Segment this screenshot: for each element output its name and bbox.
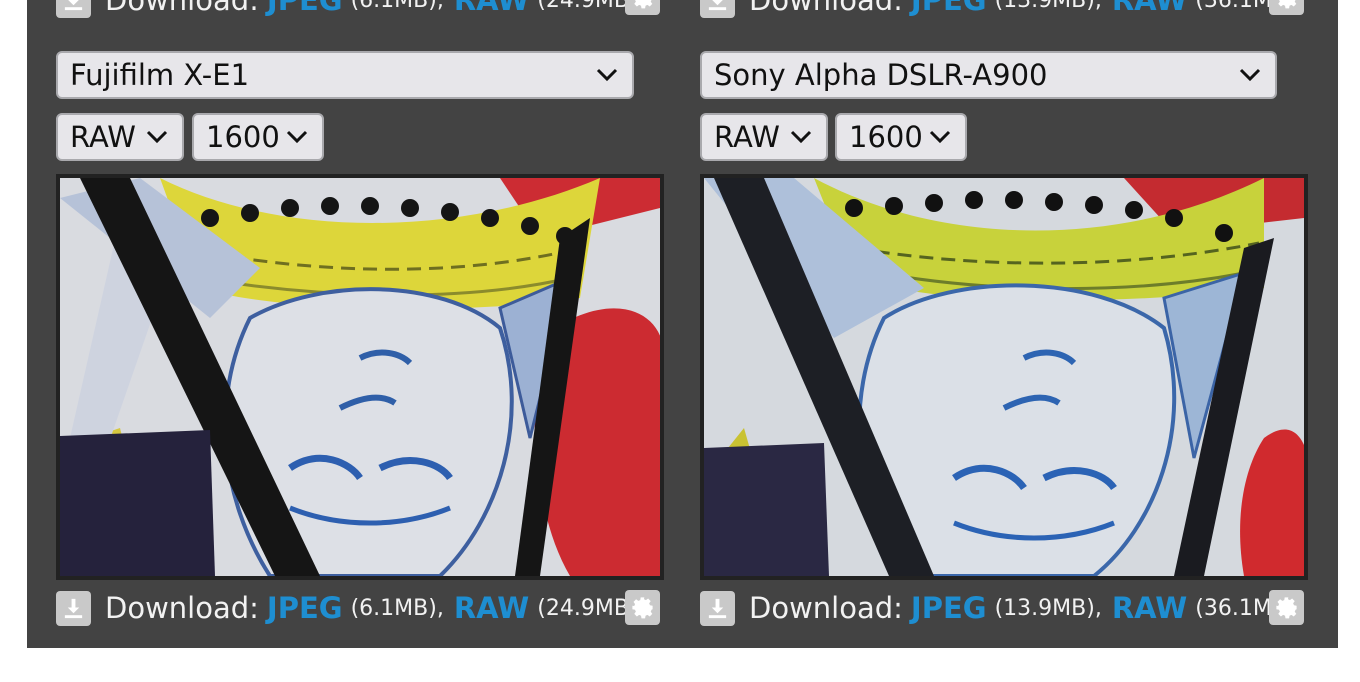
- raw-size: (24.9MB): [537, 595, 638, 621]
- iso-select-value: 1600: [206, 120, 280, 154]
- left-top-settings-button[interactable]: [625, 0, 660, 15]
- download-icon[interactable]: [56, 590, 91, 626]
- jpeg-link[interactable]: JPEG: [267, 0, 343, 17]
- right-format-select[interactable]: RAW: [700, 113, 828, 161]
- download-icon[interactable]: [56, 0, 91, 18]
- left-iso-select[interactable]: 1600: [192, 113, 324, 161]
- left-download-row: Download: JPEG (6.1MB), RAW (24.9MB): [56, 588, 638, 628]
- raw-link[interactable]: RAW: [454, 591, 529, 625]
- download-label: Download:: [105, 0, 259, 17]
- jpeg-link[interactable]: JPEG: [911, 0, 987, 17]
- jpeg-link[interactable]: JPEG: [911, 591, 987, 625]
- download-label: Download:: [749, 0, 903, 17]
- playing-card-crop-image: [60, 178, 660, 576]
- gear-icon: [1278, 0, 1297, 9]
- format-select-value: RAW: [714, 120, 780, 154]
- left-top-download-row: Download: JPEG (6.1MB), RAW (24.9MB): [56, 0, 638, 20]
- iso-select-value: 1600: [849, 120, 923, 154]
- gear-icon: [1276, 597, 1297, 619]
- chevron-down-icon: [1239, 68, 1261, 82]
- camera-select-value: Fujifilm X-E1: [70, 58, 250, 92]
- download-label: Download:: [105, 591, 259, 625]
- jpeg-size: (13.9MB),: [994, 595, 1102, 621]
- jpeg-size: (6.1MB),: [350, 595, 444, 621]
- download-icon[interactable]: [700, 0, 735, 18]
- left-sample-image[interactable]: [56, 174, 664, 580]
- right-iso-select[interactable]: 1600: [835, 113, 967, 161]
- download-icon[interactable]: [700, 590, 735, 626]
- left-format-select[interactable]: RAW: [56, 113, 184, 161]
- jpeg-link[interactable]: JPEG: [267, 591, 343, 625]
- jpeg-size: (6.1MB),: [350, 0, 444, 13]
- gear-icon: [632, 597, 653, 619]
- chevron-down-icon: [596, 68, 618, 82]
- chevron-down-icon: [929, 130, 951, 144]
- right-download-row: Download: JPEG (13.9MB), RAW (36.1MB): [700, 588, 1296, 628]
- chevron-down-icon: [146, 130, 168, 144]
- comparison-panel: Download: JPEG (6.1MB), RAW (24.9MB) Fuj…: [27, 0, 1338, 648]
- right-top-settings-button[interactable]: [1269, 0, 1304, 15]
- jpeg-size: (13.9MB),: [994, 0, 1102, 13]
- raw-size: (24.9MB): [537, 0, 638, 13]
- right-settings-button[interactable]: [1269, 590, 1304, 625]
- camera-select-value: Sony Alpha DSLR-A900: [714, 58, 1048, 92]
- chevron-down-icon: [790, 130, 812, 144]
- left-settings-button[interactable]: [625, 590, 660, 625]
- playing-card-crop-image: [704, 178, 1304, 576]
- left-camera-select[interactable]: Fujifilm X-E1: [56, 51, 634, 99]
- raw-link[interactable]: RAW: [454, 0, 529, 17]
- right-sample-image[interactable]: [700, 174, 1308, 580]
- format-select-value: RAW: [70, 120, 136, 154]
- right-top-download-row: Download: JPEG (13.9MB), RAW (36.1MB): [700, 0, 1296, 20]
- download-label: Download:: [749, 591, 903, 625]
- raw-link[interactable]: RAW: [1112, 0, 1187, 17]
- gear-icon: [634, 0, 653, 9]
- raw-link[interactable]: RAW: [1112, 591, 1187, 625]
- chevron-down-icon: [286, 130, 308, 144]
- right-camera-select[interactable]: Sony Alpha DSLR-A900: [700, 51, 1277, 99]
